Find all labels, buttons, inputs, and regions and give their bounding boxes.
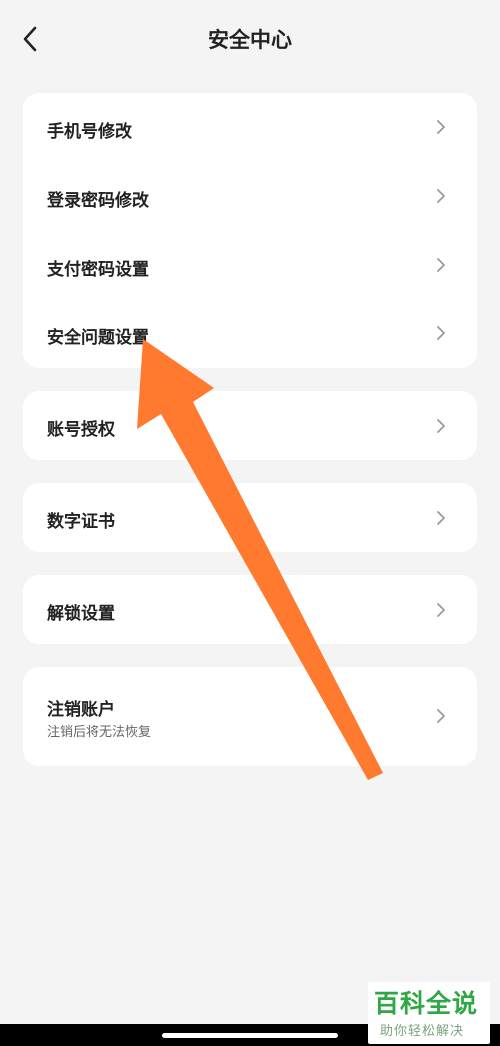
digital-certificate-card[interactable]: 数字证书 [23,483,477,552]
menu-item-label: 数字证书 [47,512,115,532]
security-settings-card: 手机号修改 登录密码修改 支付密码设置 安全问题设置 [23,93,477,368]
chevron-right-icon [437,189,445,203]
menu-item-login-password[interactable]: 登录密码修改 [23,162,477,231]
menu-item-sublabel: 注销后将无法恢复 [47,725,152,740]
watermark-title: 百科全说 [374,989,479,1018]
page-title: 安全中心 [208,28,292,52]
menu-item-label: 安全问题设置 [47,328,149,348]
menu-item-label: 支付密码设置 [47,260,149,280]
top-nav-bar: 安全中心 [0,0,500,80]
menu-item-phone-change[interactable]: 手机号修改 [23,93,477,162]
cancel-account-card[interactable]: 注销账户 注销后将无法恢复 [23,667,477,766]
chevron-right-icon [437,603,445,617]
menu-item-label: 注销账户 [47,700,115,720]
chevron-right-icon [437,419,445,433]
chevron-right-icon [437,120,445,134]
menu-item-payment-password[interactable]: 支付密码设置 [23,231,477,300]
chevron-right-icon [437,709,445,723]
menu-item-label: 手机号修改 [47,122,132,142]
menu-item-label: 解锁设置 [47,604,115,624]
account-authorization-card[interactable]: 账号授权 [23,391,477,460]
menu-item-label: 登录密码修改 [47,191,149,211]
home-indicator[interactable] [162,1033,338,1038]
menu-item-label: 账号授权 [47,420,115,440]
chevron-right-icon [437,511,445,525]
unlock-settings-card[interactable]: 解锁设置 [23,575,477,644]
chevron-right-icon [437,258,445,272]
watermark-logo: 百科全说 助你轻松解决 [368,982,490,1044]
watermark-subtitle: 助你轻松解决 [380,1024,465,1039]
menu-item-security-question[interactable]: 安全问题设置 [23,300,477,368]
chevron-right-icon [437,326,445,340]
